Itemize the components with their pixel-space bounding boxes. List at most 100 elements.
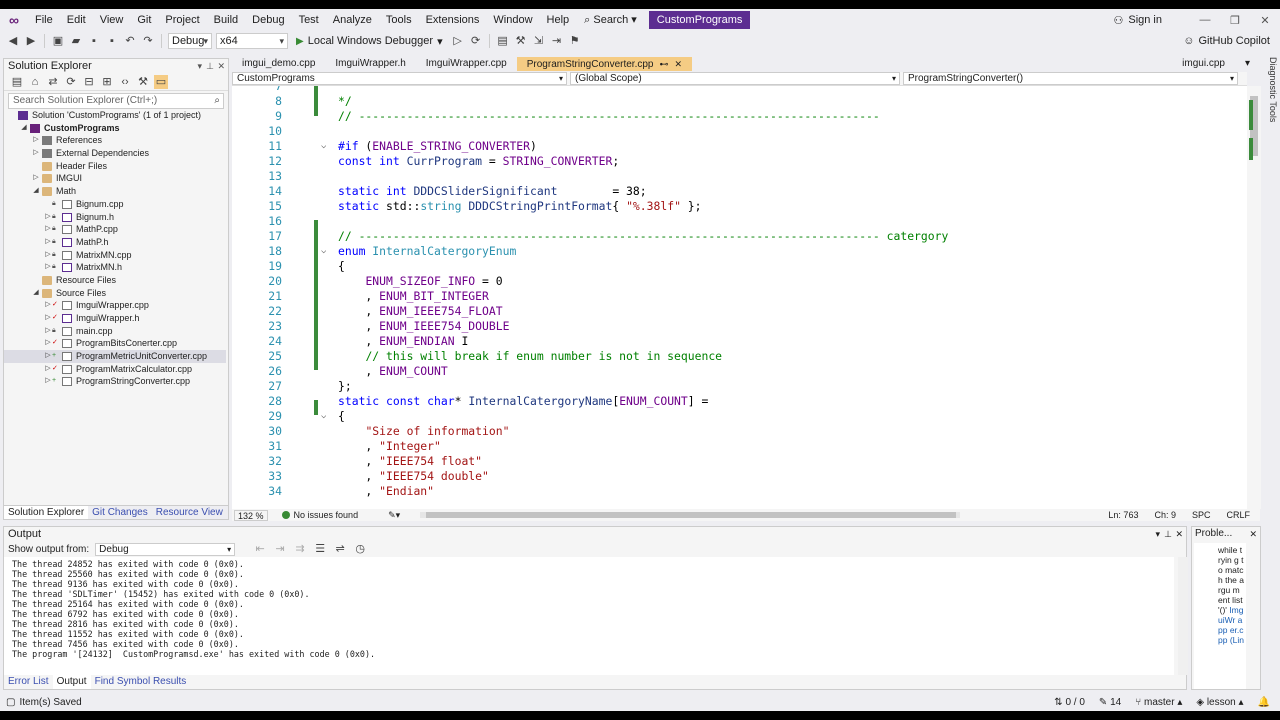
open-folder-icon[interactable]: ▰ [69,34,83,48]
menu-build[interactable]: Build [207,9,245,31]
code-line[interactable]: 9 // ------------------------------------… [232,109,1247,124]
menu-test[interactable]: Test [292,9,326,31]
word-wrap-icon[interactable]: ⇌ [333,542,347,556]
search-menu[interactable]: ⌕ Search ▾ [576,9,645,31]
menu-window[interactable]: Window [486,9,539,31]
pin-icon[interactable]: ⊥ [206,59,214,73]
expand-arrow-icon[interactable]: ▷ [44,325,52,338]
clock-icon[interactable]: ◷ [353,542,367,556]
expand-arrow-icon[interactable]: ▷ [44,363,52,376]
collapse-arrow-icon[interactable]: ◢ [20,122,28,135]
visual-studio-logo-icon[interactable]: ∞ [0,9,28,31]
goto-icon[interactable]: ⇉ [293,542,307,556]
new-project-icon[interactable]: ▣ [51,34,65,48]
pin-icon[interactable]: ⊥ [1164,527,1172,541]
dropdown-icon[interactable]: ▾ [197,59,202,73]
expand-arrow-icon[interactable]: ▷ [32,134,40,147]
tab-git-changes[interactable]: Git Changes [88,506,152,519]
dropdown-icon[interactable]: ▾ [1155,527,1160,541]
tab-imguiwrapper-cpp[interactable]: ImguiWrapper.cpp [416,57,517,71]
tree-item[interactable]: ▷ ✓ ProgramMatrixCalculator.cpp [4,363,226,376]
code-line[interactable]: 34 , "Endian" [232,484,1247,499]
diagnostic-tools-tab[interactable]: Diagnostic Tools [1262,57,1278,177]
home-icon[interactable]: ⌂ [28,75,42,89]
tree-item[interactable]: ▷ + ProgramMetricUnitConverter.cpp [4,350,226,363]
solution-name-badge[interactable]: CustomPrograms [648,11,751,29]
line-ending[interactable]: CRLF [1226,510,1250,520]
repo-indicator[interactable]: ◈ lesson ▴ [1196,697,1243,708]
fold-toggle-icon[interactable]: ⌵ [321,244,326,259]
find-next-icon[interactable]: ⇥ [273,542,287,556]
redo-icon[interactable]: ↷ [141,34,155,48]
refresh-icon[interactable]: ⟳ [469,34,483,48]
expand-arrow-icon[interactable]: ▷ [44,299,52,312]
output-text[interactable]: The thread 24852 has exited with code 0 … [4,557,1174,675]
scope-dropdown[interactable]: (Global Scope) [570,72,900,85]
tab-imguiwrapper-h[interactable]: ImguiWrapper.h [325,57,415,71]
output-source-select[interactable]: Debug [95,542,236,556]
tree-item[interactable]: ◢ Source Files [4,287,226,300]
tree-item[interactable]: ▷ 🔒︎ MatrixMN.h [4,261,226,274]
tree-item[interactable]: ▷ 🔒︎ main.cpp [4,325,226,338]
expand-arrow-icon[interactable]: ▷ [44,350,52,363]
platform-select[interactable]: x64 [216,33,288,49]
tree-item[interactable]: ▷ ✓ ImguiWrapper.cpp [4,299,226,312]
tree-item[interactable]: ▷ + ProgramStringConverter.cpp [4,375,226,388]
tab-find-symbol-results[interactable]: Find Symbol Results [91,675,191,689]
code-line[interactable]: 10 [232,124,1247,139]
tree-item[interactable]: Resource Files [4,274,226,287]
code-icon[interactable]: ‹› [118,75,132,89]
code-line[interactable]: 23 , ENUM_IEEE754_DOUBLE [232,319,1247,334]
tree-item[interactable]: ▷ 🔒︎ MatrixMN.cpp [4,249,226,262]
code-line[interactable]: 17 // -----------------------------------… [232,229,1247,244]
menu-help[interactable]: Help [540,9,577,31]
code-line[interactable]: 14 static int DDDCSliderSignificant = 38; [232,184,1247,199]
whitespace-mode[interactable]: SPC [1192,510,1211,520]
expand-arrow-icon[interactable]: ▷ [44,236,52,249]
expand-arrow-icon[interactable]: ▷ [44,223,52,236]
code-line[interactable]: 19 { [232,259,1247,274]
tab-resource-view[interactable]: Resource View [152,506,227,519]
menu-file[interactable]: File [28,9,60,31]
tree-item[interactable]: ▷ ✓ ImguiWrapper.h [4,312,226,325]
updown-indicator[interactable]: ⇅ 0 / 0 [1054,697,1085,708]
output-scrollbar[interactable] [1178,557,1188,675]
refresh-icon[interactable]: ⟳ [64,75,78,89]
code-editor[interactable]: 7 8 */ 9 // --------------------------------… [232,86,1247,509]
code-line[interactable]: 27}; [232,379,1247,394]
tab-error-list[interactable]: Error List [4,675,53,689]
collapse-arrow-icon[interactable]: ◢ [32,185,40,198]
branch-indicator[interactable]: ⑂ master ▴ [1135,697,1182,708]
code-line[interactable]: 28 static const char* InternalCatergoryNa… [232,394,1247,409]
preview-icon[interactable]: ▭ [154,74,168,89]
close-icon[interactable]: ✕ [1249,527,1257,541]
save-all-icon[interactable]: ▪ [105,34,119,48]
changes-indicator[interactable]: ✎ 14 [1099,697,1121,708]
fold-toggle-icon[interactable]: ⌵ [321,139,326,154]
sign-in-button[interactable]: ⚇ Sign in [1113,14,1162,27]
forward-icon[interactable]: ▶ [24,34,38,48]
tree-item[interactable]: ◢ CustomPrograms [4,122,226,135]
issues-indicator[interactable]: No issues found [281,510,358,520]
code-line[interactable]: 25 // this will break if enum number is … [232,349,1247,364]
tab-imgui-cpp[interactable]: imgui.cpp [1172,57,1235,71]
start-debugging-button[interactable]: ▶ Local Windows Debugger ▾ [292,35,447,48]
find-prev-icon[interactable]: ⇤ [253,542,267,556]
member-dropdown[interactable]: ProgramStringConverter() [903,72,1238,85]
switch-views-icon[interactable]: ⇄ [46,75,60,89]
tree-item[interactable]: ▷ External Dependencies [4,147,226,160]
code-line[interactable]: 29 ⌵ { [232,409,1247,424]
menu-analyze[interactable]: Analyze [326,9,379,31]
brush-icon[interactable]: ✎▾ [388,510,400,521]
menu-git[interactable]: Git [130,9,158,31]
tree-item[interactable]: ▷ 🔒︎ MathP.cpp [4,223,226,236]
collapse-all-icon[interactable]: ⊟ [82,75,96,89]
close-window-button[interactable]: ✕ [1250,14,1280,27]
code-line[interactable]: 30 "Size of information" [232,424,1247,439]
code-line[interactable]: 7 [232,86,1247,94]
solution-search-input[interactable]: Search Solution Explorer (Ctrl+;) ⌕ [8,93,224,109]
tab-imgui-demo[interactable]: imgui_demo.cpp [232,57,325,71]
notifications-icon[interactable]: 🔔 [1258,697,1270,708]
code-line[interactable]: 16 [232,214,1247,229]
code-line[interactable]: 12 const int CurrProgram = STRING_CONVERT… [232,154,1247,169]
